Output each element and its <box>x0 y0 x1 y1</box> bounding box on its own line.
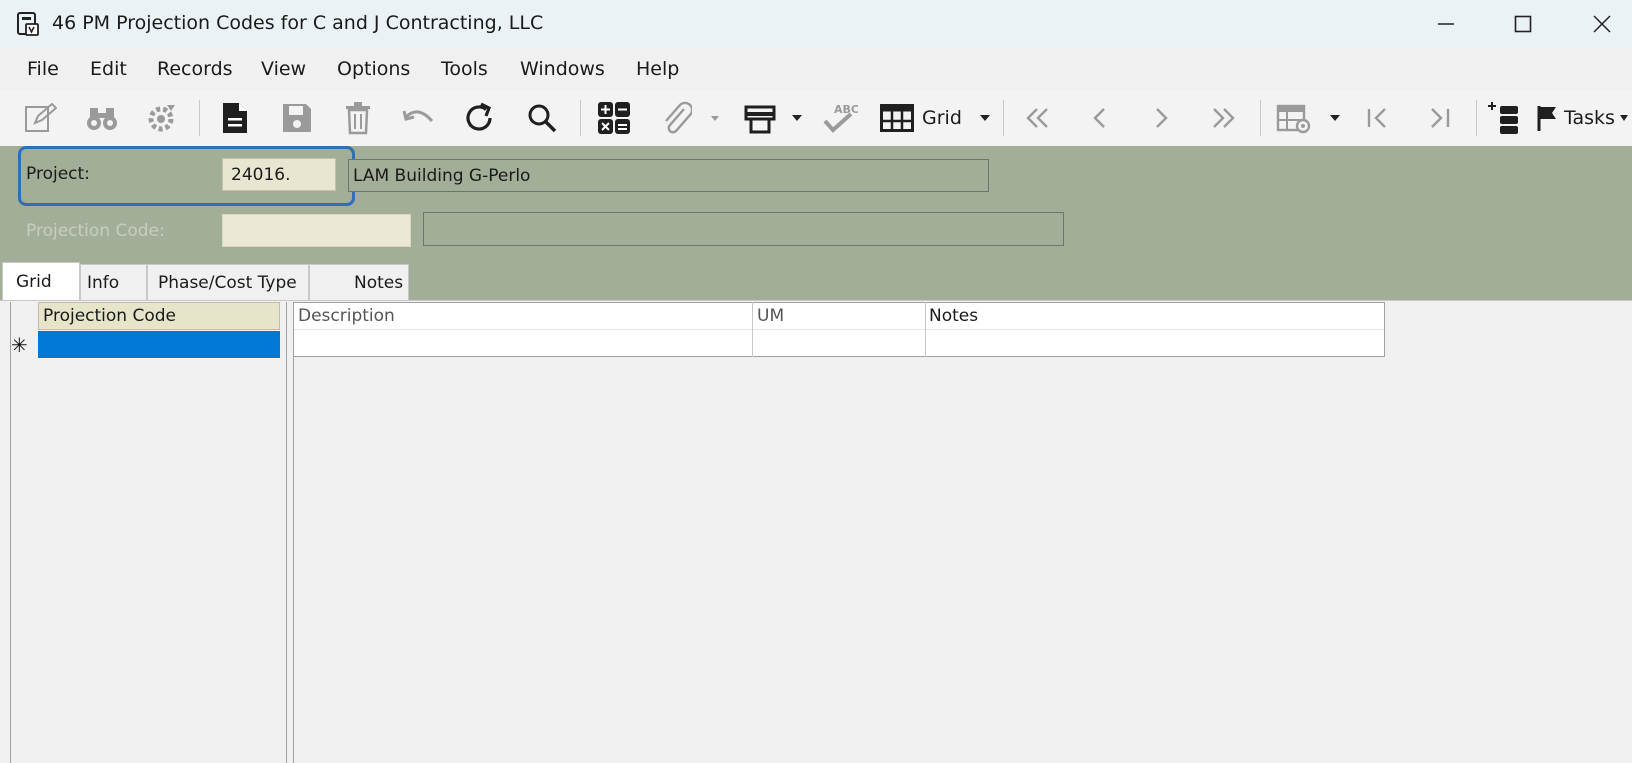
settings-gear-icon <box>148 105 175 132</box>
menu-edit[interactable]: Edit <box>90 58 127 80</box>
attachment-button[interactable] <box>656 100 696 136</box>
new-document-button[interactable] <box>215 100 255 136</box>
calculator-button[interactable] <box>594 100 634 136</box>
print-button[interactable] <box>739 100 781 136</box>
first-icon <box>1367 108 1386 128</box>
first-record-button[interactable] <box>1018 100 1058 136</box>
project-label: Project: <box>26 164 90 184</box>
settings-button[interactable] <box>142 100 182 136</box>
minimize-button[interactable] <box>1426 8 1466 40</box>
attachment-dropdown[interactable] <box>708 100 722 136</box>
new-document-icon <box>223 103 247 133</box>
flag-icon <box>1537 106 1556 131</box>
calculator-icon <box>598 102 630 134</box>
last-record-icon <box>1213 108 1235 128</box>
add-record-icon <box>1488 102 1518 134</box>
first-record-icon <box>1026 108 1048 128</box>
table-settings-button[interactable] <box>1274 100 1314 136</box>
tasks-dropdown[interactable] <box>1618 100 1630 136</box>
toolbar: ABC Grid Tasks <box>0 90 1632 146</box>
attachment-icon <box>665 101 692 134</box>
binoculars-icon <box>87 108 117 130</box>
new-row-marker: ✳ <box>11 333 28 357</box>
add-record-button[interactable] <box>1486 100 1524 136</box>
tab-notes[interactable]: Notes <box>309 264 409 300</box>
last-icon <box>1431 108 1450 128</box>
menu-file[interactable]: File <box>27 58 59 80</box>
column-header-notes[interactable]: Notes <box>929 306 978 326</box>
delete-icon <box>346 102 370 135</box>
menu-help[interactable]: Help <box>636 58 679 80</box>
table-settings-dropdown[interactable] <box>1328 100 1342 136</box>
undo-icon <box>402 110 434 123</box>
refresh-button[interactable] <box>460 100 500 136</box>
print-icon <box>744 105 776 134</box>
table-settings-icon <box>1276 104 1311 134</box>
maximize-button[interactable] <box>1503 8 1543 40</box>
pane-splitter[interactable] <box>286 302 294 763</box>
maximize-icon <box>1514 15 1532 33</box>
grid-view-label[interactable]: Grid <box>922 100 966 136</box>
menu-bar: File Edit Records View Options Tools Win… <box>0 52 1632 88</box>
previous-record-button[interactable] <box>1080 100 1120 136</box>
projection-code-cell-selected[interactable] <box>38 331 280 358</box>
column-header-projection-code[interactable]: Projection Code <box>38 302 280 330</box>
title-bar: 46 PM Projection Codes for C and J Contr… <box>0 0 1632 48</box>
next-record-button[interactable] <box>1141 100 1181 136</box>
tab-info[interactable]: Info <box>80 264 147 300</box>
refresh-icon <box>466 102 492 131</box>
find-button[interactable] <box>82 100 122 136</box>
tab-grid[interactable]: Grid <box>2 262 80 301</box>
menu-view[interactable]: View <box>261 58 306 80</box>
grid-icon <box>880 104 914 132</box>
project-description-field: LAM Building G-Perlo <box>348 159 989 192</box>
spellcheck-icon: ABC <box>823 103 858 133</box>
save-button[interactable] <box>277 100 317 136</box>
spellcheck-button[interactable]: ABC <box>820 100 860 136</box>
projection-code-label: Projection Code: <box>26 221 165 241</box>
menu-tools[interactable]: Tools <box>441 58 488 80</box>
first-button[interactable] <box>1358 100 1398 136</box>
last-record-button[interactable] <box>1203 100 1243 136</box>
next-record-icon <box>1156 108 1168 128</box>
minimize-icon <box>1438 23 1454 25</box>
undo-button[interactable] <box>399 100 439 136</box>
projection-code-description-field <box>423 212 1064 246</box>
tab-phase-cost-type[interactable]: Phase/Cost Type <box>147 264 309 300</box>
search-icon <box>528 104 557 133</box>
project-input[interactable]: 24016. <box>222 158 336 191</box>
grid-view-button[interactable] <box>878 100 916 136</box>
column-header-um[interactable]: UM <box>757 306 784 326</box>
previous-record-icon <box>1093 108 1105 128</box>
delete-button[interactable] <box>338 100 378 136</box>
menu-records[interactable]: Records <box>157 58 233 80</box>
menu-windows[interactable]: Windows <box>520 58 605 80</box>
tasks-button[interactable] <box>1532 100 1562 136</box>
menu-options[interactable]: Options <box>337 58 410 80</box>
tasks-label[interactable]: Tasks <box>1564 100 1622 136</box>
window-title: 46 PM Projection Codes for C and J Contr… <box>52 12 544 34</box>
close-button[interactable] <box>1582 8 1622 40</box>
print-dropdown[interactable] <box>790 100 804 136</box>
column-header-description[interactable]: Description <box>298 306 395 326</box>
last-button[interactable] <box>1419 100 1459 136</box>
search-button[interactable] <box>522 100 562 136</box>
projection-code-input[interactable] <box>222 214 411 247</box>
frozen-column-pane <box>10 302 286 763</box>
close-icon <box>1593 15 1611 33</box>
save-icon <box>283 104 311 132</box>
edit-icon <box>25 102 57 132</box>
grid-view-dropdown[interactable] <box>978 100 992 136</box>
edit-button[interactable] <box>20 100 60 136</box>
svg-text:ABC: ABC <box>834 103 858 116</box>
app-form-icon <box>17 12 39 36</box>
